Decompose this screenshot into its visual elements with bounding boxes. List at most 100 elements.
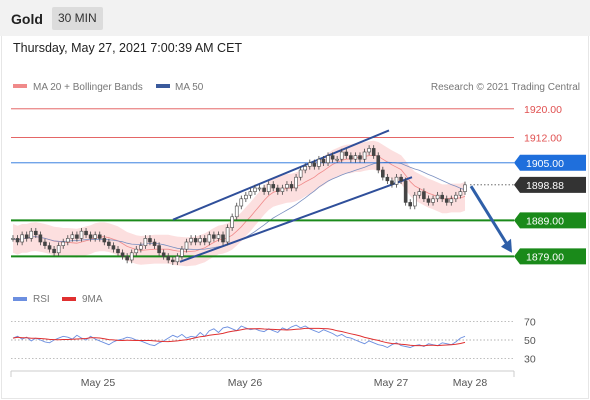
candle-body	[52, 248, 56, 254]
candle-body	[189, 238, 193, 243]
candle-body	[253, 187, 257, 192]
forecast-arrow-shaft	[469, 185, 510, 247]
candle-body	[20, 234, 24, 243]
candle-body	[344, 151, 349, 156]
candle-body	[307, 162, 312, 167]
candle-body	[184, 241, 189, 250]
candle-body	[134, 248, 139, 254]
candle-body	[15, 238, 20, 243]
x-tick-label: May 27	[374, 377, 409, 389]
candle-body	[70, 234, 75, 239]
candle-body	[326, 155, 330, 164]
candle-body	[349, 155, 353, 160]
candle-body	[298, 169, 303, 178]
rsi-panel: 70 50 30	[11, 316, 536, 366]
candle-body	[170, 259, 175, 263]
candle-body	[431, 198, 435, 203]
candle-body	[390, 180, 394, 185]
candle-body	[47, 245, 52, 250]
candle-body	[371, 148, 376, 156]
candle-body	[97, 234, 102, 239]
candle-body	[166, 256, 171, 261]
candle-body	[157, 245, 161, 254]
candle-body	[458, 191, 463, 196]
candle-body	[180, 248, 184, 257]
level-1879-00-label: 1879.00	[526, 251, 564, 263]
rsi-legend-label: RSI	[33, 294, 50, 305]
bollinger-band-area	[13, 140, 465, 267]
candle-body	[230, 216, 234, 228]
ma9-legend-swatch	[62, 297, 76, 301]
candle-body	[321, 158, 326, 164]
candle-body	[303, 166, 308, 171]
candle-body	[107, 241, 111, 246]
candle-body	[444, 198, 449, 203]
x-axis: May 25 May 26 May 27 May 28	[10, 370, 515, 389]
candle-body	[79, 230, 84, 239]
candle-body	[120, 252, 125, 257]
candle-body	[216, 234, 221, 239]
level-1920-00-label: 1920.00	[524, 104, 562, 116]
candle-body	[202, 238, 207, 243]
chart-widget: Gold 30 MIN Thursday, May 27, 2021 7:00:…	[0, 0, 590, 400]
bollinger-bands	[12, 140, 466, 267]
candle-body	[11, 238, 15, 240]
candle-body	[152, 241, 157, 246]
candle-body	[161, 252, 166, 257]
candle-body	[403, 180, 408, 203]
candle-body	[358, 155, 362, 160]
candle-body	[239, 198, 244, 207]
ma50-legend-label: MA 50	[175, 82, 204, 93]
candle-body	[29, 230, 34, 239]
candle-body	[111, 245, 116, 250]
candle-body	[88, 234, 93, 239]
candle-body	[129, 252, 134, 261]
candle-body	[276, 187, 280, 192]
candle-body	[244, 194, 248, 200]
level-1905-00-label: 1905.00	[526, 158, 564, 170]
rsi-level-30-label: 30	[524, 354, 536, 366]
candle-body	[139, 245, 143, 250]
x-tick-label: May 28	[453, 377, 488, 389]
candle-body	[262, 187, 266, 192]
channel-upper-line	[172, 129, 390, 221]
candle-body	[125, 256, 129, 261]
candle-body	[143, 238, 148, 246]
candle-body	[435, 194, 440, 200]
candle-body	[376, 155, 381, 171]
candle-body	[24, 234, 29, 239]
level-1898-88-label: 1898.88	[526, 180, 564, 192]
candle-body	[394, 176, 399, 185]
candle-body	[248, 191, 253, 196]
candle-body	[381, 169, 385, 178]
candle-body	[408, 202, 413, 207]
candle-body	[312, 162, 317, 167]
rsi-level-70-label: 70	[524, 316, 536, 328]
candle-body	[56, 245, 61, 254]
ma20-legend-label: MA 20 + Bollinger Bands	[33, 82, 143, 93]
candle-body	[221, 234, 225, 243]
level-1889-00-label: 1889.00	[526, 215, 564, 227]
x-tick-label: May 26	[228, 377, 263, 389]
candle-body	[330, 155, 335, 160]
candle-body	[198, 238, 202, 243]
rsi-level-50-label: 50	[524, 335, 536, 347]
candle-body	[193, 238, 198, 243]
ma9-legend-label: 9MA	[82, 294, 103, 305]
candle-body	[426, 198, 431, 203]
candle-body	[339, 151, 344, 160]
candle-body	[422, 191, 426, 200]
candle-body	[367, 148, 371, 153]
candle-body	[34, 230, 38, 236]
ma20-legend-swatch	[13, 84, 27, 88]
candle-body	[175, 256, 180, 263]
candle-body	[75, 234, 79, 239]
candle-body	[285, 184, 289, 189]
candle-body	[93, 234, 97, 239]
candle-body	[440, 194, 444, 200]
candle-body	[212, 234, 216, 239]
candle-body	[102, 238, 107, 243]
candle-body	[294, 176, 298, 189]
candle-body	[225, 227, 230, 243]
candle-body	[412, 194, 417, 207]
